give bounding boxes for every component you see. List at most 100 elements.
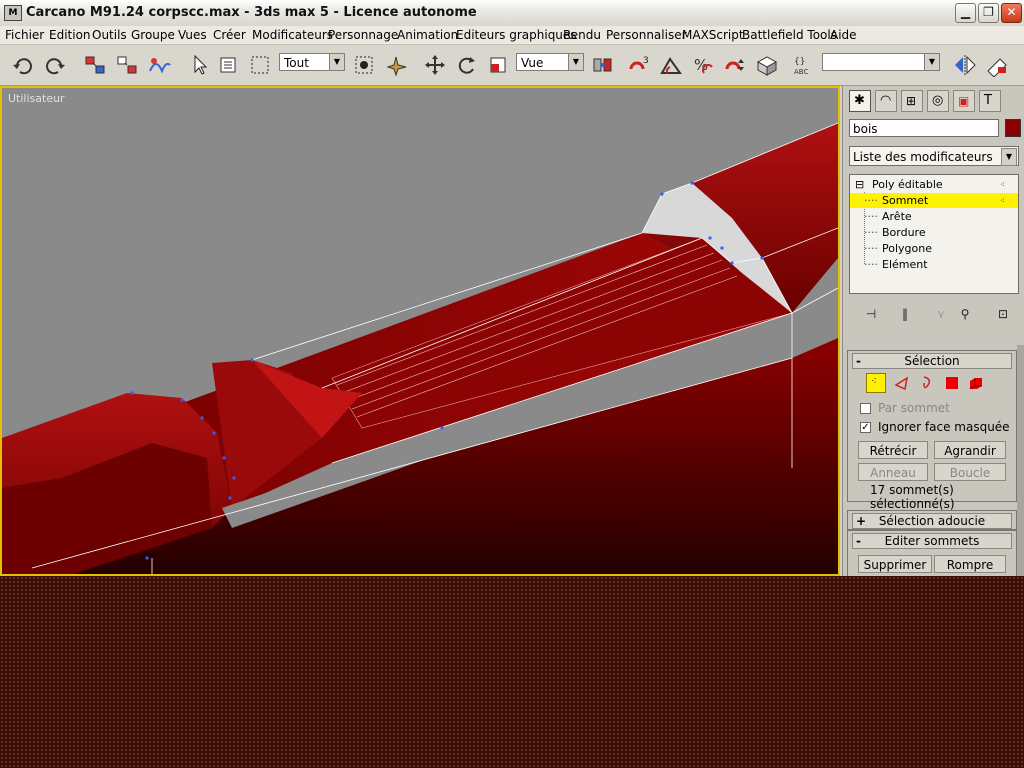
align-button[interactable] <box>984 53 1010 78</box>
edge-level-button[interactable] <box>892 373 912 393</box>
snaps-toggle-button[interactable]: 3 <box>626 53 652 77</box>
edit-named-selection-button[interactable] <box>754 53 780 77</box>
menu-bar: Fichier Edition Outils Groupe Vues Créer… <box>0 26 1024 45</box>
maximize-button[interactable]: ❐ <box>978 3 999 23</box>
vertex-level-button[interactable]: ⁖ <box>866 373 886 393</box>
element-level-button[interactable] <box>966 373 986 393</box>
tab-modify[interactable]: ◠ <box>875 90 897 112</box>
rectangular-selection-region-button[interactable] <box>248 53 274 77</box>
menu-modificateurs[interactable]: Modificateurs <box>252 28 333 42</box>
stack-item-element[interactable]: ···· Elément <box>850 257 1018 272</box>
remove-vertex-button[interactable]: Supprimer <box>858 555 932 573</box>
menu-rendu[interactable]: Rendu <box>563 28 601 42</box>
svg-text:ABC: ABC <box>794 68 808 76</box>
stack-item-edge[interactable]: ···· Arête <box>850 209 1018 224</box>
named-selection-dropdown[interactable]: ▼ <box>822 53 940 71</box>
menu-groupe[interactable]: Groupe <box>131 28 175 42</box>
menu-fichier[interactable]: Fichier <box>5 28 44 42</box>
tab-hierarchy[interactable]: ⊞ <box>901 90 923 112</box>
menu-animation[interactable]: Animation <box>397 28 458 42</box>
make-unique-button[interactable]: ⋎ <box>931 304 951 324</box>
bind-to-space-warp-button[interactable] <box>146 53 172 77</box>
rifle-stock-model[interactable] <box>2 88 838 574</box>
window-crossing-button[interactable] <box>352 53 378 77</box>
menu-personnaliser[interactable]: Personnaliser <box>606 28 687 42</box>
maximize-icon: ❐ <box>983 5 994 19</box>
configure-modifier-sets-button[interactable]: ⊡ <box>993 304 1013 324</box>
tab-create[interactable]: ✱ <box>849 90 871 112</box>
stack-item-editable-poly[interactable]: ⊟ Poly éditable ⁖ <box>850 177 1018 192</box>
unlink-selection-button[interactable] <box>114 53 140 77</box>
select-object-button[interactable] <box>186 53 212 77</box>
menu-creer[interactable]: Créer <box>213 28 246 42</box>
stack-item-polygon[interactable]: ···· Polygone <box>850 241 1018 256</box>
viewport-user[interactable]: Utilisateur <box>0 86 840 576</box>
edit-vertices-header[interactable]: - Editer sommets <box>852 533 1012 549</box>
object-name-field[interactable]: bois <box>849 119 999 137</box>
shrink-button[interactable]: Rétrécir <box>858 441 928 459</box>
menu-personnage[interactable]: Personnage <box>328 28 398 42</box>
trash-icon: ⚲ <box>960 307 970 321</box>
loop-button[interactable]: Boucle <box>934 463 1006 481</box>
selection-filter-dropdown[interactable]: Tout ▼ <box>279 53 345 71</box>
command-panel-scrollbar[interactable] <box>1017 345 1024 576</box>
grow-button[interactable]: Agrandir <box>934 441 1006 459</box>
select-and-link-button[interactable] <box>82 53 108 77</box>
by-vertex-checkbox[interactable] <box>860 403 871 414</box>
minimize-button[interactable]: ▁ <box>955 3 976 23</box>
vertex-icon: ⁖ <box>871 376 877 387</box>
tab-display[interactable]: ▣ <box>953 90 975 112</box>
soft-selection-header[interactable]: + Sélection adoucie <box>852 513 1012 529</box>
svg-text:3: 3 <box>643 56 649 66</box>
select-and-rotate-button[interactable] <box>454 53 480 77</box>
border-level-button[interactable] <box>916 373 936 393</box>
select-by-name-icon <box>220 57 236 73</box>
menu-edition[interactable]: Edition <box>49 28 91 42</box>
menu-maxscript[interactable]: MAXScript <box>682 28 744 42</box>
angle-snap-button[interactable] <box>658 53 684 77</box>
reference-coordinate-dropdown[interactable]: Vue ▼ <box>516 53 584 71</box>
stack-item-border[interactable]: ···· Bordure <box>850 225 1018 240</box>
menu-battlefield-tools[interactable]: Battlefield Tools <box>742 28 837 42</box>
collapse-icon[interactable]: ⊟ <box>855 177 864 192</box>
select-and-manipulate-button[interactable] <box>384 53 410 77</box>
stack-item-vertex[interactable]: ···· Sommet ⁖ <box>850 193 1018 208</box>
select-by-name-button[interactable] <box>216 53 242 77</box>
object-color-swatch[interactable] <box>1005 119 1021 137</box>
polygon-level-button[interactable] <box>942 373 962 393</box>
rollout-title: Editer sommets <box>884 534 980 548</box>
percent-snap-button[interactable]: % <box>690 53 716 77</box>
tab-motion[interactable]: ◎ <box>927 90 949 112</box>
spinner-snap-button[interactable] <box>722 53 748 77</box>
remove-modifier-button[interactable]: ⚲ <box>955 304 975 324</box>
redo-button[interactable] <box>42 53 68 77</box>
select-and-move-button[interactable] <box>422 53 448 77</box>
select-and-scale-button[interactable] <box>486 53 512 77</box>
app-icon[interactable]: M <box>4 5 22 21</box>
modifier-list-dropdown[interactable]: Liste des modificateurs ▼ <box>849 146 1019 166</box>
named-selection-sets-button[interactable]: {} ABC <box>792 53 818 77</box>
stack-root-label: Poly éditable <box>872 178 943 191</box>
menu-outils[interactable]: Outils <box>92 28 127 42</box>
menu-vues[interactable]: Vues <box>178 28 207 42</box>
ignore-backfacing-checkbox[interactable]: ✓ <box>860 422 871 433</box>
selection-filter-value: Tout <box>284 56 309 70</box>
close-button[interactable]: ✕ <box>1001 3 1022 23</box>
use-pivot-center-button[interactable] <box>590 53 616 77</box>
rollout-toggle: + <box>856 514 867 528</box>
tab-utilities[interactable]: T <box>979 90 1001 112</box>
menu-editeurs-graphiques[interactable]: Editeurs graphiques <box>456 28 577 42</box>
by-vertex-label: Par sommet <box>878 401 950 415</box>
mirror-button[interactable] <box>952 53 978 77</box>
end-result-icon: ‖ <box>902 307 908 321</box>
space-warp-icon <box>149 58 171 74</box>
undo-button[interactable] <box>10 53 36 77</box>
pin-stack-button[interactable]: ⊣ <box>861 304 881 324</box>
selection-rollout-header[interactable]: - Sélection <box>852 353 1012 369</box>
break-vertex-button[interactable]: Rompre <box>934 555 1006 573</box>
ring-button[interactable]: Anneau <box>858 463 928 481</box>
show-end-result-button[interactable]: ‖ <box>895 304 915 324</box>
title-bar: M Carcano M91.24 corpscc.max - 3ds max 5… <box>0 0 1024 27</box>
bottom-dithered-area <box>0 576 1024 768</box>
menu-aide[interactable]: Aide <box>830 28 857 42</box>
